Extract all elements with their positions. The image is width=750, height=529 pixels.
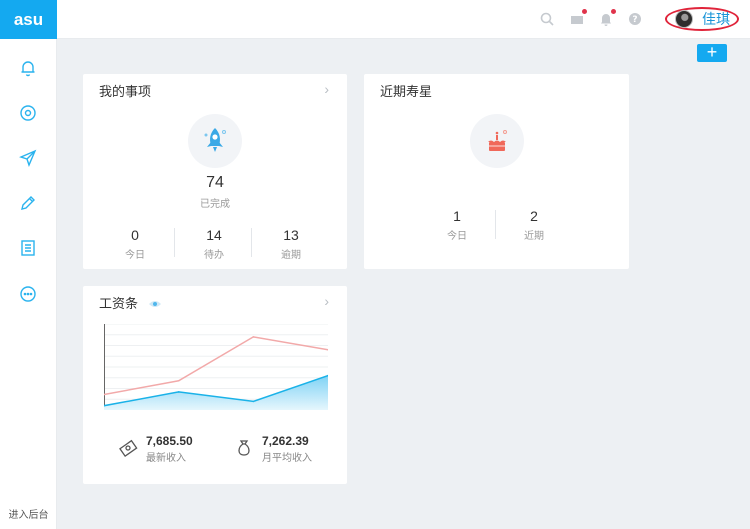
latest-income: 7,685.50 最新收入 [118,434,193,464]
search-icon[interactable] [539,11,555,27]
stat-todo[interactable]: 14 待办 [189,227,239,261]
sidebar: asu 进入后台 [0,0,57,529]
sidebar-bell-icon[interactable] [18,58,38,78]
birthdays-card: 近期寿星 1 今日 2 近期 [364,74,629,269]
stat-value: 2 [530,208,538,224]
user-menu[interactable]: 佳琪 [665,7,739,31]
stat-value: 1 [453,208,461,224]
stat-label: 今日 [447,231,467,242]
birthday-stat-recent[interactable]: 2 近期 [509,208,559,242]
rocket-icon [188,114,242,168]
stat-value: 14 [206,227,222,243]
notification-badge [611,9,616,14]
completed-label: 已完成 [200,199,230,210]
stat-overdue[interactable]: 13 逾期 [266,227,316,261]
my-tasks-title: 我的事项 [99,84,152,99]
eye-icon[interactable] [148,297,162,312]
data-point [252,400,255,403]
data-point [177,379,180,382]
message-badge [582,9,587,14]
my-tasks-card: 我的事项 › 74 已完成 0 今日 14 待办 13 逾期 [83,74,347,269]
stat-today[interactable]: 0 今日 [110,227,160,261]
notification-bell-icon[interactable] [598,9,616,27]
sidebar-document-icon[interactable] [18,238,38,258]
average-income: 7,262.39 月平均收入 [234,434,312,464]
add-button[interactable]: + [697,43,727,62]
stat-value: 0 [131,227,139,243]
birthday-stat-today[interactable]: 1 今日 [432,208,482,242]
salary-chart [104,324,328,410]
logo-text: asu [13,9,44,29]
sidebar-more-icon[interactable] [18,284,38,304]
sidebar-target-icon[interactable] [18,103,38,123]
average-income-label: 月平均收入 [262,453,312,464]
message-icon[interactable] [569,9,587,27]
payslip-title-text: 工资条 [99,296,139,311]
money-icon [118,438,138,461]
svg-text:?: ? [632,15,637,25]
stat-value: 13 [283,227,299,243]
payslip-card: 工资条 › 7,685.50 最新收入 7,262.39 月平均收入 [83,286,347,484]
divider [174,228,175,257]
cake-icon [470,114,524,168]
sidebar-send-icon[interactable] [18,148,38,168]
topbar: ? 佳琪 [57,0,750,39]
chevron-right-icon[interactable]: › [324,81,329,97]
payslip-title: 工资条 [99,293,162,312]
chevron-right-icon[interactable]: › [324,293,329,309]
stat-label: 今日 [125,250,145,261]
divider [251,228,252,257]
money-bag-icon [234,438,254,461]
birthdays-title: 近期寿星 [380,84,433,99]
enter-backend-link[interactable]: 进入后台 [0,506,57,521]
stat-label: 近期 [524,231,544,242]
avatar [675,10,693,28]
series-area [104,375,328,410]
average-income-amount: 7,262.39 [262,434,309,448]
user-name: 佳琪 [702,11,730,27]
app-logo[interactable]: asu [0,0,57,39]
stat-label: 待办 [204,250,224,261]
divider [495,210,496,239]
stat-label: 逾期 [281,250,301,261]
help-icon[interactable]: ? [627,11,643,27]
sidebar-pencil-icon[interactable] [18,193,38,213]
data-point [177,391,180,393]
latest-income-label: 最新收入 [146,453,186,464]
latest-income-amount: 7,685.50 [146,434,193,448]
data-point [252,336,255,338]
completed-count: 74 [206,174,224,191]
